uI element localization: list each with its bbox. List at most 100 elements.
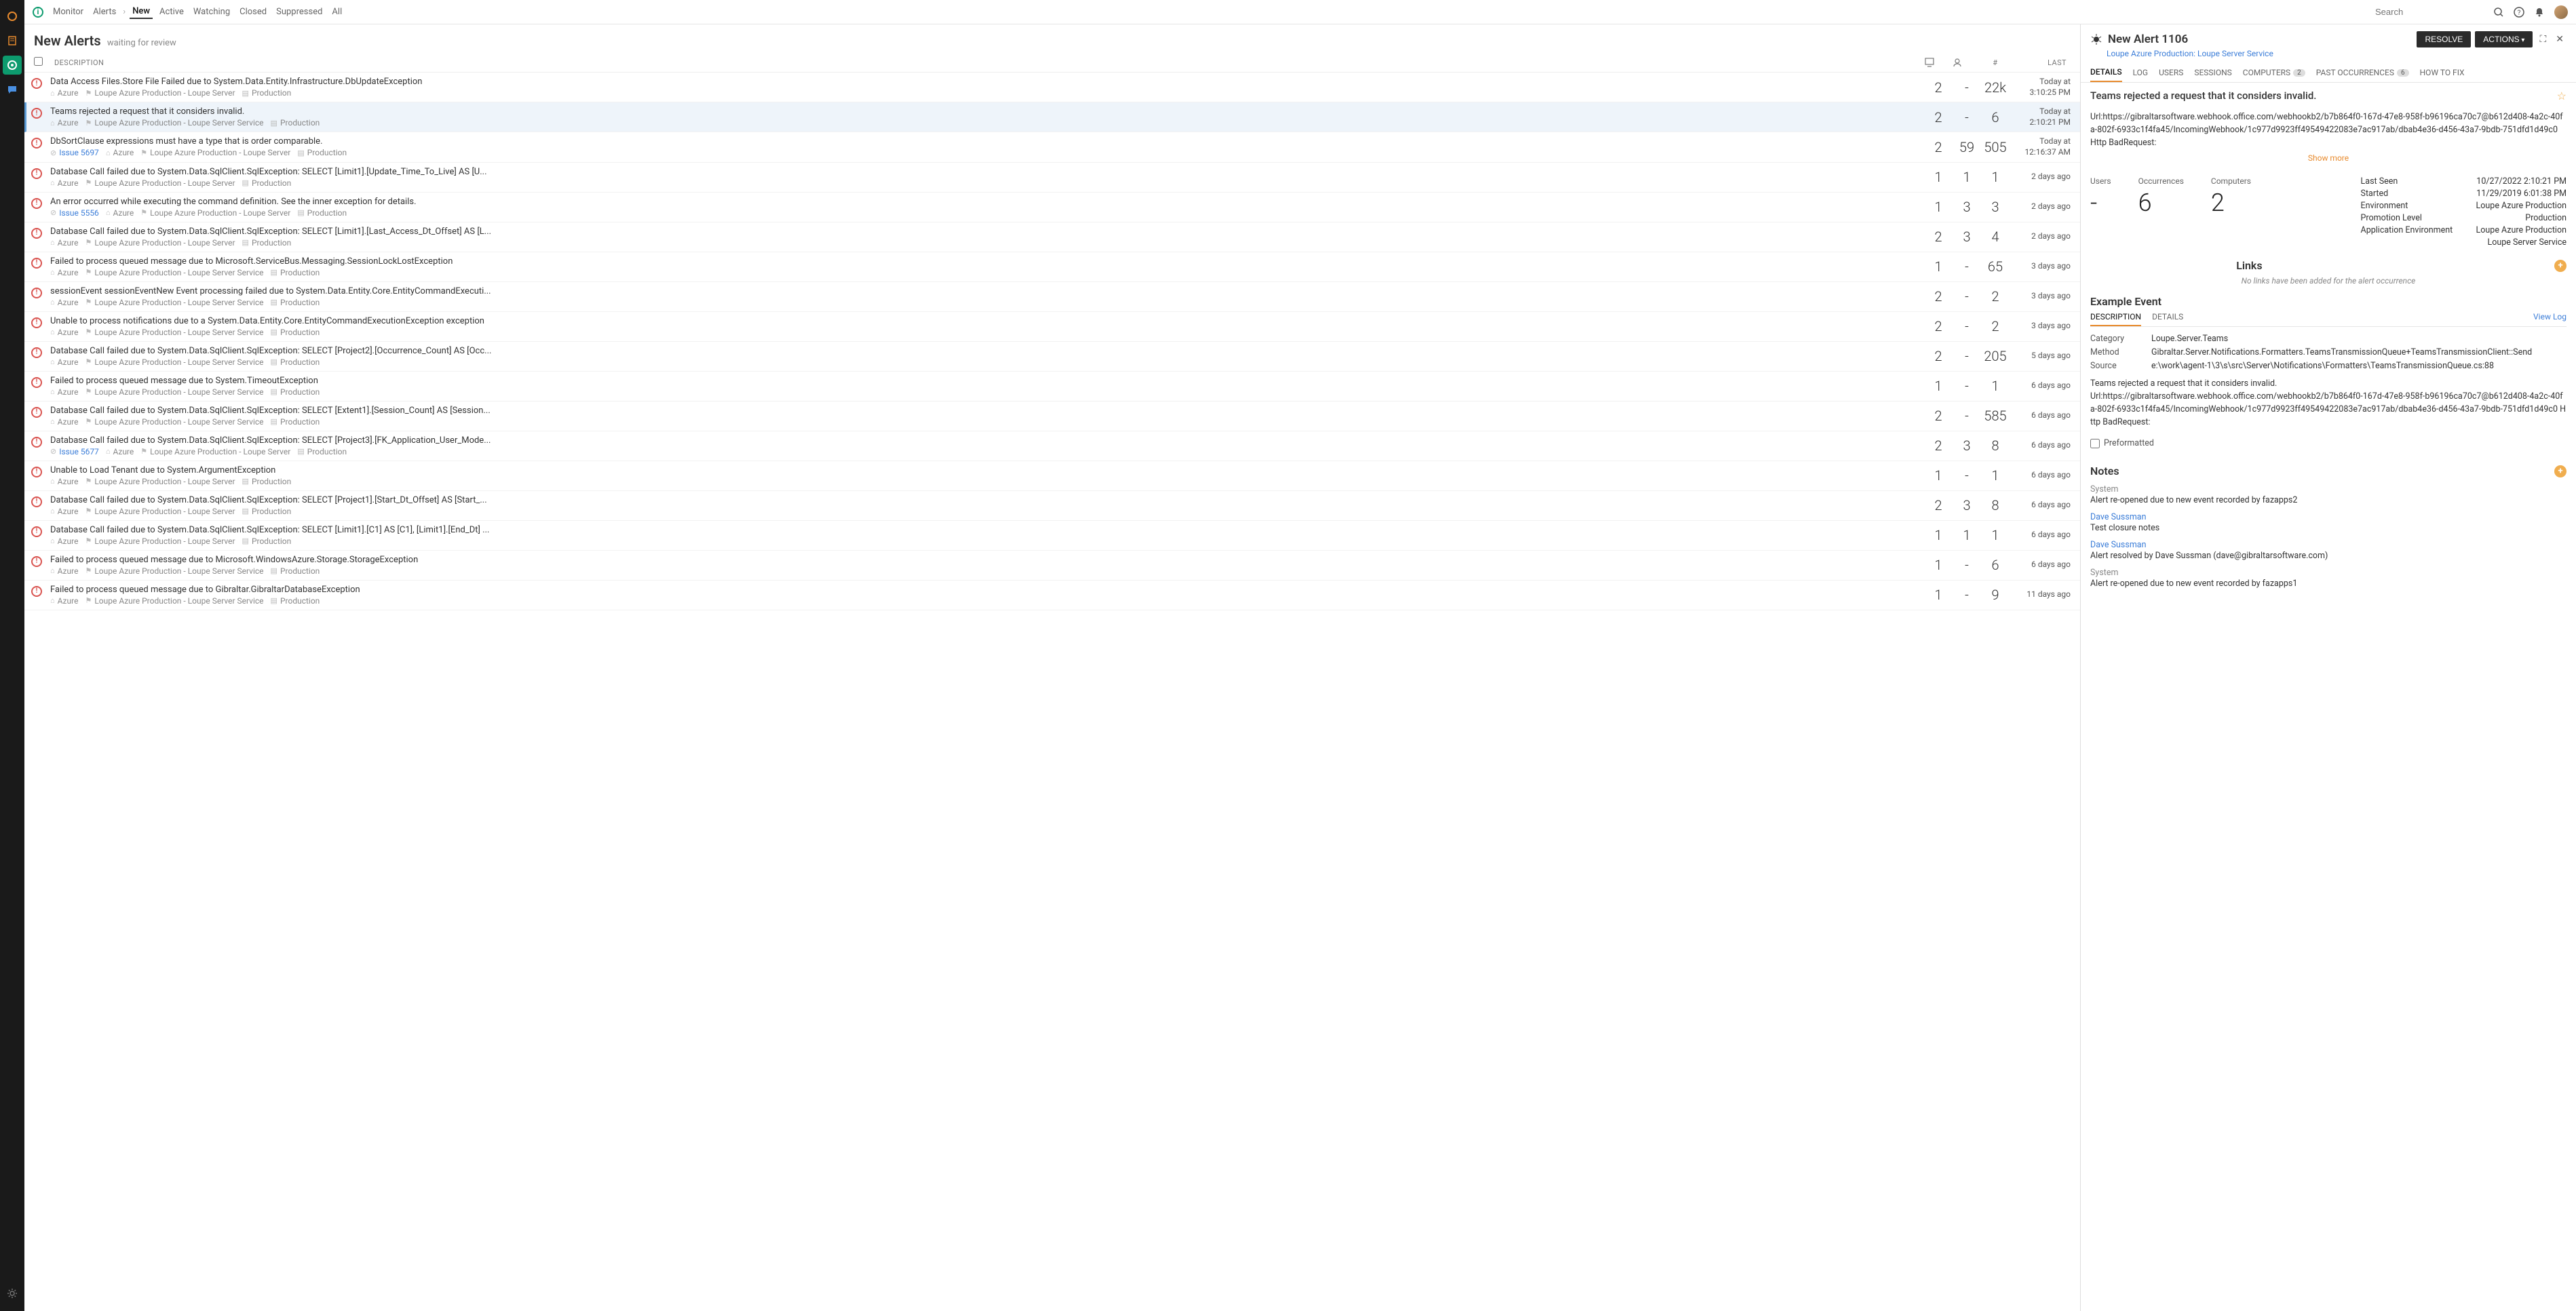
tab-howto[interactable]: HOW TO FIX [2420, 67, 2465, 82]
svg-text:?: ? [2518, 9, 2521, 17]
resolve-button[interactable]: RESOLVE [2417, 31, 2471, 47]
subtab-description[interactable]: DESCRIPTION [2090, 312, 2141, 326]
alert-row[interactable]: !Unable to process notifications due to … [24, 312, 2080, 342]
note-body: Alert re-opened due to new event recorde… [2090, 495, 2567, 505]
alert-row[interactable]: !Failed to process queued message due to… [24, 252, 2080, 282]
error-icon: ! [31, 586, 42, 597]
alert-last: 3 days ago [2010, 256, 2071, 277]
avatar[interactable] [2554, 5, 2568, 19]
alert-title: Unable to Load Tenant due to System.Argu… [50, 465, 1924, 475]
expand-icon[interactable]: ⛶ [2537, 33, 2549, 46]
detail-title: New Alert 1106 [2108, 33, 2188, 46]
search-icon[interactable] [2493, 7, 2504, 18]
error-icon: ! [31, 288, 42, 298]
preformatted-toggle[interactable]: Preformatted [2090, 438, 2567, 448]
alert-row[interactable]: !sessionEvent sessionEventNew Event proc… [24, 282, 2080, 312]
rail-item-monitor[interactable] [3, 56, 22, 75]
alert-row[interactable]: !Database Call failed due to System.Data… [24, 521, 2080, 551]
alert-row[interactable]: !Failed to process queued message due to… [24, 372, 2080, 402]
alert-row[interactable]: !An error occurred while executing the c… [24, 193, 2080, 222]
alert-last: 6 days ago [2010, 465, 2071, 486]
preformatted-checkbox[interactable] [2090, 439, 2100, 448]
event-source: e:\work\agent-1\3\s\src\Server\Notificat… [2151, 361, 2567, 371]
issue-link[interactable]: Issue 5677 [59, 447, 99, 456]
alert-meta: ⌂Azure⚑Loupe Azure Production - Loupe Se… [50, 118, 1924, 128]
alert-row[interactable]: !Data Access Files.Store File Failed due… [24, 73, 2080, 102]
show-more-link[interactable]: Show more [2090, 153, 2567, 163]
crumb-monitor[interactable]: Monitor [50, 5, 86, 18]
alert-last: 3 days ago [2010, 286, 2071, 307]
alert-last: Today at3:10:25 PM [2010, 77, 2071, 98]
alert-title: Database Call failed due to System.Data.… [50, 435, 1924, 446]
alert-counts: 133 [1924, 197, 2010, 218]
actions-button[interactable]: ACTIONS [2475, 31, 2533, 47]
tab-users[interactable]: USERS [2159, 67, 2183, 82]
alert-row[interactable]: !Database Call failed due to System.Data… [24, 491, 2080, 521]
crumb-all[interactable]: All [329, 5, 345, 18]
alert-title: Failed to process queued message due to … [50, 555, 1924, 565]
note-item: SystemAlert re-opened due to new event r… [2090, 484, 2567, 505]
detail-subtitle-link[interactable]: Loupe Azure Production: Loupe Server Ser… [2107, 49, 2273, 58]
crumb-new[interactable]: New [130, 5, 153, 19]
bug-icon [2090, 33, 2102, 45]
event-category: Loupe.Server.Teams [2151, 334, 2567, 344]
col-computers-icon [1924, 58, 1953, 67]
facts-list: Last Seen10/27/2022 2:10:21 PMStarted11/… [2361, 176, 2567, 250]
crumb-closed[interactable]: Closed [237, 5, 269, 18]
alert-counts: 238 [1924, 435, 2010, 456]
error-icon: ! [31, 496, 42, 507]
tab-computers[interactable]: COMPUTERS2 [2243, 67, 2305, 82]
crumb-alerts[interactable]: Alerts [90, 5, 119, 18]
note-author[interactable]: Dave Sussman [2090, 512, 2567, 522]
notes-heading: Notes [2090, 465, 2119, 477]
add-note-button[interactable]: + [2554, 465, 2567, 477]
help-icon[interactable]: ? [2514, 7, 2524, 18]
tab-log[interactable]: LOG [2133, 67, 2149, 82]
alert-row[interactable]: !Unable to Load Tenant due to System.Arg… [24, 461, 2080, 491]
select-all-checkbox[interactable] [34, 57, 43, 66]
issue-link[interactable]: Issue 5697 [59, 148, 99, 157]
crumb-suppressed[interactable]: Suppressed [273, 5, 325, 18]
example-event-heading: Example Event [2090, 295, 2567, 308]
alert-last: 5 days ago [2010, 346, 2071, 367]
crumb-active[interactable]: Active [157, 5, 187, 18]
search-input[interactable] [2375, 7, 2484, 17]
alert-row[interactable]: ! Database Call failed due to System.Data… [24, 431, 2080, 461]
rail-item-loupe[interactable] [3, 7, 22, 26]
star-icon[interactable]: ☆ [2557, 90, 2567, 102]
alert-row[interactable]: !DbSortClause expressions must have a ty… [24, 132, 2080, 162]
error-icon: ! [31, 437, 42, 448]
alert-row[interactable]: !Database Call failed due to System.Data… [24, 163, 2080, 193]
subtab-details[interactable]: DETAILS [2152, 312, 2183, 326]
alert-counts: 2-585 [1924, 406, 2010, 427]
alert-row[interactable]: !Database Call failed due to System.Data… [24, 222, 2080, 252]
alert-row[interactable]: !Failed to process queued message due to… [24, 551, 2080, 581]
alert-title: Database Call failed due to System.Data.… [50, 406, 1924, 416]
rail-item-settings[interactable] [3, 1284, 22, 1303]
alert-meta: ⌂Azure⚑Loupe Azure Production - Loupe Se… [50, 566, 1924, 576]
alert-meta: ⊘Issue 5677⌂Azure⚑Loupe Azure Production… [50, 447, 1924, 456]
rail-item-doc[interactable] [3, 31, 22, 50]
view-log-link[interactable]: View Log [2533, 312, 2567, 326]
alert-meta: ⌂Azure⚑Loupe Azure Production - Loupe Se… [50, 477, 1924, 486]
tab-sessions[interactable]: SESSIONS [2194, 67, 2231, 82]
alert-row[interactable]: !Database Call failed due to System.Data… [24, 342, 2080, 372]
alert-row[interactable]: ! Failed to process queued message due to… [24, 581, 2080, 610]
alert-row[interactable]: !Database Call failed due to System.Data… [24, 402, 2080, 431]
tab-past[interactable]: PAST OCCURRENCES6 [2316, 67, 2409, 82]
tab-details[interactable]: DETAILS [2090, 67, 2122, 82]
note-author[interactable]: Dave Sussman [2090, 540, 2567, 550]
bell-icon[interactable] [2534, 7, 2545, 18]
note-body: Alert re-opened due to new event recorde… [2090, 579, 2567, 589]
crumb-watching[interactable]: Watching [191, 5, 233, 18]
close-icon[interactable]: ✕ [2553, 33, 2567, 46]
alert-title: Failed to process queued message due to … [50, 585, 1924, 595]
rail-item-chat[interactable] [3, 80, 22, 99]
alert-last: 6 days ago [2010, 495, 2071, 516]
add-link-button[interactable]: + [2554, 260, 2567, 272]
issue-link[interactable]: Issue 5556 [59, 208, 99, 218]
detail-pane: New Alert 1106 RESOLVE ACTIONS ⛶ ✕ Loupe… [2081, 24, 2576, 1311]
alert-row[interactable]: !Teams rejected a request that it consid… [24, 102, 2080, 132]
note-item: Dave SussmanAlert resolved by Dave Sussm… [2090, 540, 2567, 561]
chevron-right-icon: › [123, 7, 126, 17]
